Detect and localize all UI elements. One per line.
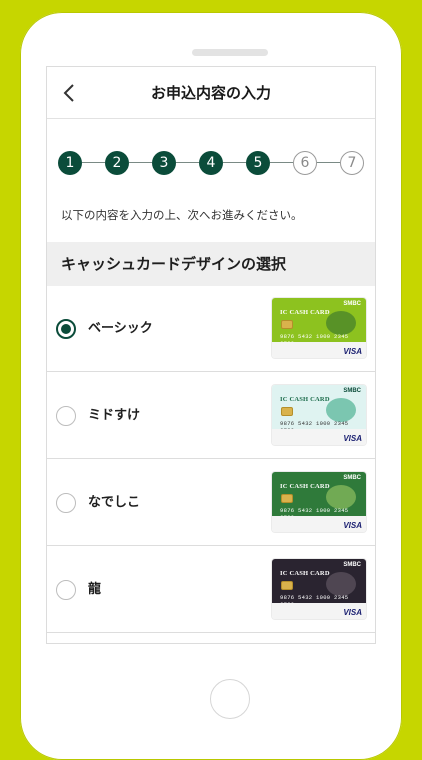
visa-logo: VISA <box>343 347 362 356</box>
option-label: 龍 <box>88 582 102 597</box>
step-connector <box>317 162 340 163</box>
step-3: 3 <box>152 151 176 175</box>
design-option[interactable]: 龍SMBCIC CASH CARD9876 5432 1000 2345 678… <box>47 547 375 633</box>
chip-icon <box>281 494 293 503</box>
option-label: なでしこ <box>88 495 141 510</box>
card-art <box>326 398 356 422</box>
card-art <box>326 572 356 596</box>
step-connector <box>223 162 246 163</box>
chip-icon <box>281 581 293 590</box>
chip-icon <box>281 407 293 416</box>
step-4: 4 <box>199 151 223 175</box>
section-title: キャッシュカードデザインの選択 <box>47 242 375 286</box>
step-6: 6 <box>293 151 317 175</box>
option-label: ベーシック <box>88 321 153 336</box>
step-1: 1 <box>58 151 82 175</box>
chip-icon <box>281 320 293 329</box>
app-screen: お申込内容の入力 1234567 以下の内容を入力の上、次へお進みください。 キ… <box>46 66 376 644</box>
step-connector <box>176 162 199 163</box>
step-connector <box>270 162 293 163</box>
visa-logo: VISA <box>343 521 362 530</box>
card-brand: SMBC <box>343 562 361 568</box>
card-label: IC CASH CARD <box>280 483 330 490</box>
design-option[interactable]: なでしこ SMBC IC CASH CARD 9876 5432 1000 2345 … <box>47 460 375 546</box>
page-title: お申込内容の入力 <box>150 84 271 102</box>
visa-logo: VISA <box>343 608 362 617</box>
step-connector <box>129 162 152 163</box>
step-connector <box>82 162 105 163</box>
step-7: 7 <box>340 151 364 175</box>
intro-text: 以下の内容を入力の上、次へお進みください。 <box>61 208 303 222</box>
card-art <box>326 485 356 509</box>
card-brand: SMBC <box>343 388 361 394</box>
design-option[interactable]: ミドすけ SMBC IC CASH CARD 9876 5432 1000 2345 … <box>47 373 375 459</box>
card-brand: SMBC <box>343 301 361 307</box>
step-5: 5 <box>246 151 270 175</box>
radio-button[interactable] <box>56 406 76 426</box>
radio-button[interactable] <box>56 580 76 600</box>
card-brand: SMBC <box>343 475 361 481</box>
card-label: IC CASH CARD <box>280 309 330 316</box>
cash-card-image: SMBCIC CASH CARD9876 5432 1000 2345 6789… <box>272 298 366 358</box>
card-art <box>326 311 356 335</box>
cash-card-image: SMBCIC CASH CARD9876 5432 1000 2345 6789… <box>272 559 366 619</box>
design-option[interactable]: ベーシック SMBC IC CASH CARD 9876 5432 1000 2345… <box>47 286 375 372</box>
speaker-slot <box>192 49 268 56</box>
card-label: IC CASH CARD <box>280 396 330 403</box>
option-label: ミドすけ <box>88 408 141 423</box>
home-button[interactable] <box>210 679 250 719</box>
visa-logo: VISA <box>343 434 362 443</box>
radio-button[interactable] <box>56 319 76 339</box>
cash-card-image: SMBCIC CASH CARD9876 5432 1000 2345 6789… <box>272 385 366 445</box>
nav-bar: お申込内容の入力 <box>47 67 375 119</box>
progress-stepper: 1234567 <box>58 151 364 175</box>
cash-card-image: SMBCIC CASH CARD9876 5432 1000 2345 6789… <box>272 472 366 532</box>
step-2: 2 <box>105 151 129 175</box>
radio-button[interactable] <box>56 493 76 513</box>
card-label: IC CASH CARD <box>280 570 330 577</box>
